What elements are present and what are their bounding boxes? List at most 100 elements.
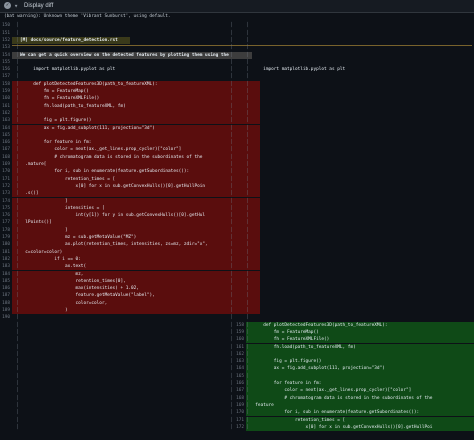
gutter-divider-right: │: [246, 191, 249, 197]
split-divider: │: [230, 235, 233, 240]
split-divider: │: [230, 256, 233, 262]
panel-title: Display diff: [24, 3, 54, 9]
code-right: fh.load(path_to_featureXML, fm): [250, 344, 356, 350]
diff-row: 187 │ feature.getMetaValue("label"), │ │: [0, 292, 474, 300]
gutter-divider: │: [16, 264, 19, 270]
code-right: for feature in fm:: [250, 381, 322, 386]
line-number-left: 184: [2, 271, 10, 277]
split-divider: │: [230, 176, 233, 182]
diff-row: 172 │ x[0] for x in sub.getConvexHulls()[…: [0, 182, 474, 191]
split-divider: │: [230, 381, 233, 386]
gutter-divider-right: │: [246, 118, 249, 124]
gutter-divider-right: │: [246, 176, 249, 182]
line-number-left: 190: [2, 315, 10, 321]
line-number-left: 167: [2, 147, 10, 153]
gutter-divider-right: │: [246, 169, 249, 175]
split-divider: │: [230, 308, 233, 313]
code-left: def plotDetectedFeatures3D(path_to_featu…: [20, 81, 158, 87]
gutter-divider: │: [16, 278, 19, 284]
gutter-divider: │: [16, 132, 19, 138]
line-number-left: 156: [2, 67, 10, 73]
deleted-highlight: [12, 131, 260, 140]
split-divider: │: [230, 213, 233, 219]
gutter-divider: │: [16, 140, 19, 146]
gutter-divider-right: │: [246, 227, 249, 233]
diff-view[interactable]: (bat warning): Unknown theme 'Vibrant Su…: [0, 13, 474, 440]
gutter-divider: │: [16, 37, 19, 43]
gutter-divider: │: [16, 366, 19, 372]
gutter-divider: │: [16, 337, 19, 343]
code-left: fig = plt.figure(): [20, 118, 92, 124]
code-left: .s()]: [20, 191, 39, 197]
deleted-highlight: [12, 161, 260, 169]
gutter-divider: │: [16, 176, 19, 182]
code-left: color = next(ax._get_lines.prop_cycler)[…: [20, 147, 182, 153]
code-right: feature: [250, 402, 274, 408]
gutter-divider: │: [16, 417, 19, 423]
line-number-left: 188: [2, 300, 10, 306]
line-number-left: 166: [2, 140, 10, 146]
code-right: # chromatogram data is stored in the sub…: [250, 395, 433, 401]
code-left: ax.text(: [20, 264, 87, 270]
split-divider: │: [230, 162, 233, 167]
line-number-left: 162: [2, 110, 10, 116]
split-divider: │: [230, 205, 233, 211]
line-number-left: 179: [2, 235, 10, 240]
diff-row: 163 │ fig = plt.figure() │ │: [0, 117, 474, 125]
line-number-left: 176: [2, 213, 10, 219]
line-number-left: 171: [2, 176, 10, 182]
diff-row: 176 │ int(y[1]) for y in sub.getConvexHul…: [0, 212, 474, 220]
split-divider: │: [230, 286, 233, 292]
gutter-divider-right: │: [246, 147, 249, 153]
split-divider: │: [230, 315, 233, 321]
gutter-divider-right: │: [246, 278, 249, 284]
diff-row: 164 │ ax = fig.add_subplot(111, projectio…: [0, 124, 474, 132]
deleted-highlight: [12, 190, 260, 198]
line-number-left: 186: [2, 286, 10, 292]
diff-row: 166 │ for feature in fm: │ │: [0, 139, 474, 147]
chevron-down-icon[interactable]: ▾: [14, 1, 18, 11]
code-left: mz = sub.getMetaValue("MZ"): [20, 235, 137, 240]
split-divider: │: [230, 89, 233, 94]
gutter-divider-right: │: [246, 351, 249, 357]
diff-row: │ │ 171 │ retention_times = [: [0, 416, 474, 424]
gutter-divider-right: │: [246, 45, 249, 51]
line-number-left: 157: [2, 74, 10, 80]
gutter-divider-right: │: [246, 402, 249, 408]
code-right: x[0] for x in sub.getConvexHulls()[0].ge…: [250, 424, 433, 430]
code-left: c=color=color): [20, 249, 63, 255]
gutter-divider-right: │: [246, 220, 249, 226]
code-left: [M] docs/source/feature_detection.rst: [20, 37, 118, 43]
split-divider: │: [230, 45, 233, 51]
diff-row: 190 │ │ │: [0, 314, 474, 321]
gutter-divider-right: │: [246, 132, 249, 138]
gutter-divider: │: [16, 198, 19, 204]
gutter-divider-right: │: [246, 162, 249, 167]
line-number-left: 150: [2, 23, 10, 29]
split-divider: │: [230, 67, 233, 73]
gutter-divider-right: │: [246, 213, 249, 219]
code-left: ]: [20, 227, 68, 233]
warning-text: (bat warning): Unknown theme 'Vibrant Su…: [4, 14, 171, 19]
diff-row: 186 │ max(intensities) + 1.02, │ │: [0, 285, 474, 293]
gutter-divider: │: [16, 424, 19, 430]
split-divider: │: [230, 351, 233, 357]
gutter-divider: │: [16, 308, 19, 313]
line-number-left: 172: [2, 183, 10, 189]
gutter-divider-right: │: [246, 183, 249, 189]
diff-row: 171 │ retention_times = [│ │: [0, 175, 474, 183]
gutter-divider-right: │: [246, 74, 249, 80]
gutter-divider: │: [16, 249, 19, 255]
gutter-divider-right: │: [246, 395, 249, 401]
line-number-left: 159: [2, 89, 10, 94]
split-divider: │: [230, 96, 233, 102]
gutter-divider-right: │: [246, 388, 249, 394]
gutter-divider-right: │: [246, 308, 249, 313]
gutter-divider-right: │: [246, 235, 249, 240]
gutter-divider: │: [16, 89, 19, 94]
diff-row: 153 │ │ │: [0, 44, 474, 51]
gutter-divider: │: [16, 242, 19, 248]
gutter-divider: │: [16, 30, 19, 36]
code-right: fig = plt.figure(): [250, 359, 322, 365]
warning-line: (bat warning): Unknown theme 'Vibrant Su…: [0, 13, 474, 20]
